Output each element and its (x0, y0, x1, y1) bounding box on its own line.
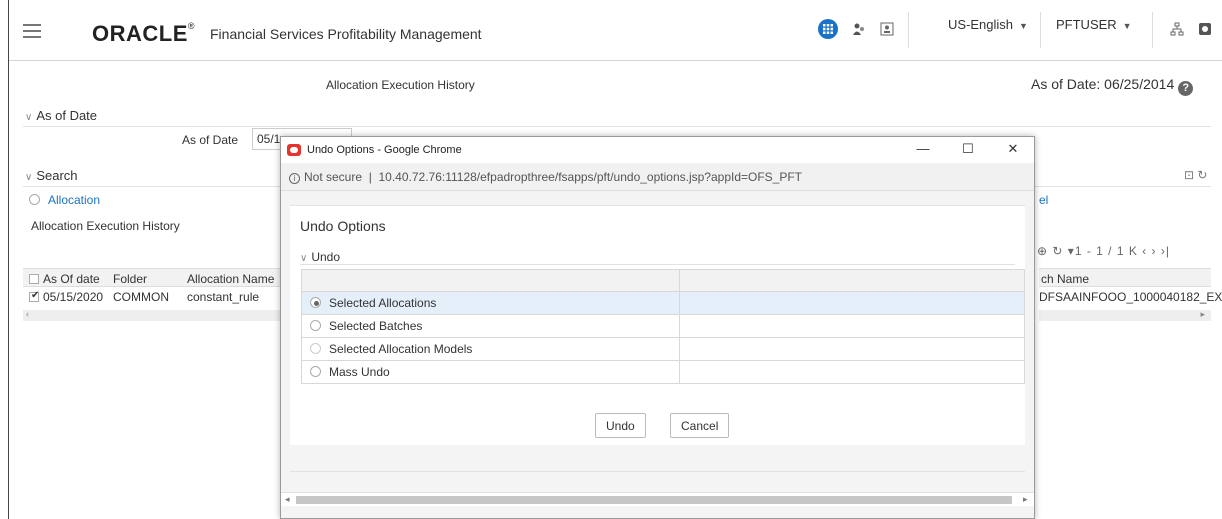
undo-options-panel: Undo Options ∨ Undo Selected Allocations … (290, 205, 1025, 445)
header-divider (1152, 12, 1153, 48)
horizontal-scrollbar[interactable]: ◂ ▸ (281, 492, 1034, 506)
info-icon[interactable]: i (289, 173, 300, 184)
chevron-down-icon: ∨ (300, 253, 308, 264)
page-range: 1 - 1 / 1 (1074, 244, 1125, 258)
cell-allocation-name: constant_rule (187, 290, 260, 304)
chrome-icon (287, 144, 301, 156)
applications-grid-icon[interactable] (818, 19, 838, 39)
as-of-date-label: As of Date (182, 133, 239, 147)
user-menu[interactable]: PFTUSER ▼ (1056, 17, 1132, 32)
panel-title: Undo Options (300, 218, 386, 234)
option-row[interactable]: Selected Allocations (301, 291, 1025, 315)
model-link[interactable]: el (1039, 193, 1048, 207)
divider (290, 471, 1025, 472)
column-header[interactable]: As Of date (43, 272, 100, 286)
radio-icon[interactable] (310, 343, 321, 354)
column-header[interactable]: Folder (113, 272, 147, 286)
option-row[interactable]: Selected Batches (301, 314, 1025, 338)
cell-batch-name: DFSAAINFOOO_1000040182_EX (1039, 290, 1222, 304)
app-frame: ORACLE® Financial Services Profitability… (8, 0, 1222, 519)
radio-icon[interactable] (310, 366, 321, 377)
profile-card-icon[interactable] (880, 22, 894, 36)
table-header: As Of date Folder Allocation Name (23, 268, 287, 287)
window-title: Undo Options - Google Chrome (307, 144, 462, 156)
option-row[interactable]: Selected Allocation Models (301, 337, 1025, 361)
header-divider (908, 12, 909, 48)
row-checkbox[interactable]: ✔ (29, 290, 39, 304)
column-header[interactable]: ch Name (1039, 268, 1211, 287)
maximize-icon[interactable]: ☐ (958, 141, 978, 157)
product-name: Financial Services Profitability Managem… (210, 26, 482, 42)
column-header[interactable]: Allocation Name (187, 272, 274, 286)
scroll-right-icon[interactable]: ▸ (1023, 494, 1028, 505)
cell-folder: COMMON (113, 290, 169, 304)
results-heading: Allocation Execution History (31, 219, 180, 233)
undo-button[interactable]: Undo (595, 413, 646, 438)
pagination[interactable]: ⊕ ↻ ▾1 - 1 / 1 K ‹ › ›| (1037, 244, 1170, 258)
select-all-checkbox[interactable] (29, 272, 39, 286)
allocation-radio[interactable]: Allocation (29, 193, 100, 207)
settings-icon[interactable] (1198, 22, 1212, 36)
horizontal-scrollbar[interactable]: ‹ (23, 309, 287, 321)
option-row[interactable]: Mass Undo (301, 360, 1025, 384)
header-divider (1040, 12, 1041, 48)
as-of-date-section-toggle[interactable]: ∨ As of Date (25, 108, 97, 123)
close-icon[interactable]: ✕ (1003, 141, 1023, 157)
language-selector[interactable]: US-English ▼ (948, 17, 1028, 32)
help-icon[interactable]: ? (1178, 81, 1194, 96)
radio-icon (29, 194, 40, 205)
users-icon[interactable] (852, 22, 866, 36)
scroll-thumb[interactable] (296, 496, 1012, 504)
chevron-down-icon: ∨ (25, 112, 33, 123)
undo-options-window: Undo Options - Google Chrome — ☐ ✕ i Not … (280, 136, 1035, 519)
url-text: 10.40.72.76:11128/efpadropthree/fsapps/p… (378, 170, 803, 184)
address-bar[interactable]: i Not secure | 10.40.72.76:11128/efpadrop… (281, 163, 1034, 191)
scroll-left-icon[interactable]: ◂ (285, 494, 290, 505)
horizontal-scrollbar[interactable]: ▸ (1039, 309, 1211, 321)
oracle-logo: ORACLE® (92, 21, 196, 46)
chevron-down-icon: ∨ (25, 172, 33, 183)
radio-selected-icon[interactable] (310, 297, 321, 308)
window-titlebar[interactable]: Undo Options - Google Chrome — ☐ ✕ (281, 137, 1034, 163)
search-section-toggle[interactable]: ∨ Search (25, 168, 78, 183)
undo-options-table: Selected Allocations Selected Batches Se… (301, 269, 1025, 384)
cancel-button[interactable]: Cancel (670, 413, 730, 438)
minimize-icon[interactable]: — (913, 141, 933, 156)
page-title: Allocation Execution History (326, 78, 475, 92)
top-header: ORACLE® Financial Services Profitability… (9, 0, 1222, 61)
radio-icon[interactable] (310, 320, 321, 331)
undo-section-toggle[interactable]: ∨ Undo (300, 250, 340, 264)
divider (300, 264, 1015, 265)
toolbar-icons[interactable]: ⊡ ↻ (1184, 168, 1207, 182)
divider (23, 126, 1211, 127)
hierarchy-icon[interactable] (1170, 22, 1184, 36)
menu-icon[interactable] (23, 24, 41, 38)
cell-date: 05/15/2020 (43, 290, 104, 304)
as-of-date-display: As of Date: 06/25/2014? (1031, 76, 1194, 96)
